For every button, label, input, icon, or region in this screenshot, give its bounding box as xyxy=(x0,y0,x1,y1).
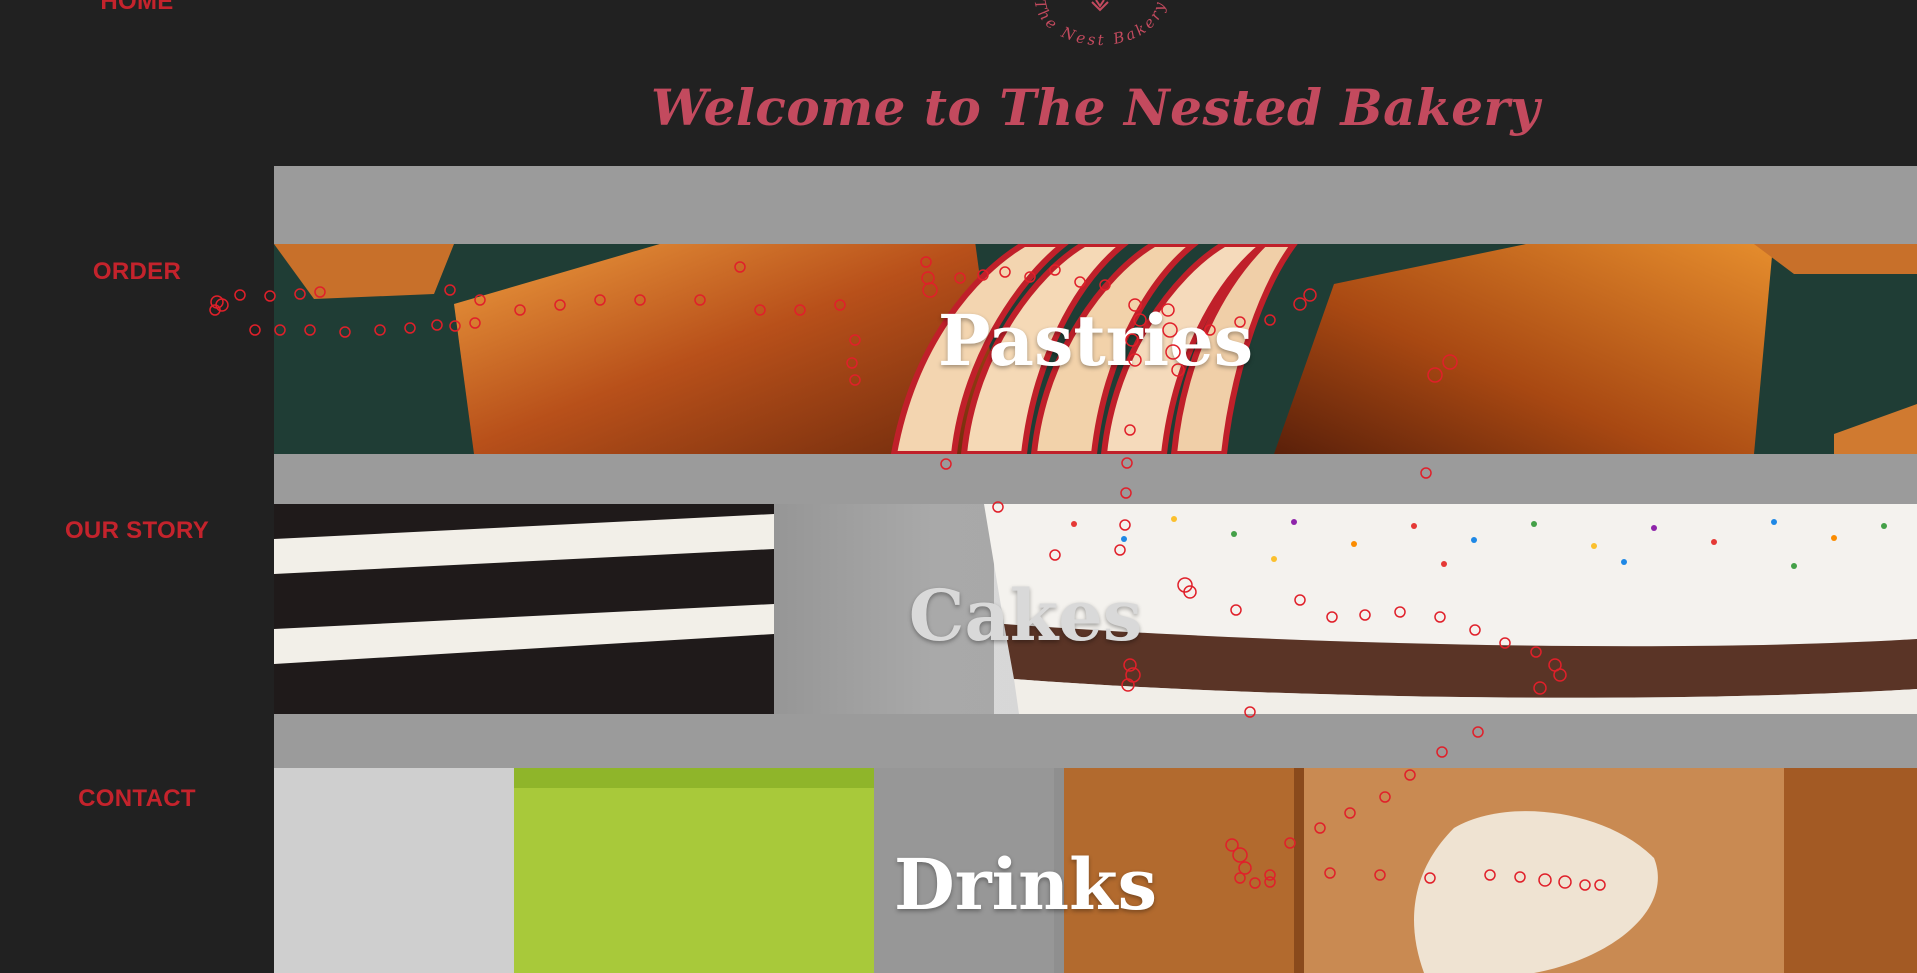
bakery-logo-icon: The Nest Bakery xyxy=(1030,0,1166,49)
welcome-title: Welcome to The Nested Bakery xyxy=(651,78,1540,137)
nav-home[interactable]: HOME xyxy=(0,0,274,16)
drinks-photo xyxy=(274,768,1917,973)
bakery-logo[interactable]: The Nest Bakery xyxy=(1010,0,1190,60)
category-pastries[interactable]: Pastries xyxy=(274,244,1917,454)
category-cakes[interactable]: Cakes xyxy=(274,504,1917,714)
nav-order[interactable]: ORDER xyxy=(0,258,274,286)
category-drinks[interactable]: Drinks xyxy=(274,768,1917,973)
nav-contact[interactable]: CONTACT xyxy=(0,785,274,813)
cakes-photo xyxy=(274,504,1917,714)
nav-our-story[interactable]: OUR STORY xyxy=(0,517,274,545)
page: HOME ORDER OUR STORY CONTACT The Nest Ba… xyxy=(0,0,1917,973)
category-gallery: Pastries Cakes Drinks xyxy=(274,166,1917,973)
sidebar-nav: HOME ORDER OUR STORY CONTACT xyxy=(0,0,274,973)
pastries-photo xyxy=(274,244,1917,454)
